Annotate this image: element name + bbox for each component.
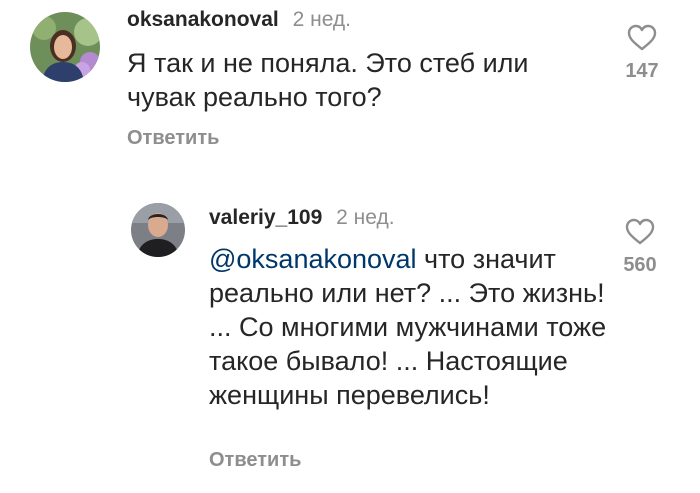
- avatar[interactable]: [131, 203, 185, 257]
- comment-header: oksanakonoval 2 нед.: [127, 8, 351, 32]
- like-count: 560: [623, 254, 657, 276]
- reply-button[interactable]: Ответить: [127, 127, 219, 150]
- like-count: 147: [625, 60, 659, 82]
- like-column: 147: [612, 24, 672, 83]
- timestamp: 2 нед.: [292, 8, 351, 31]
- like-column: 560: [610, 218, 670, 277]
- heart-outline-icon[interactable]: [625, 218, 655, 246]
- timestamp: 2 нед.: [336, 206, 395, 229]
- avatar[interactable]: [30, 12, 100, 82]
- comment-header: valeriy_109 2 нед.: [209, 206, 395, 230]
- username[interactable]: oksanakonoval: [127, 8, 279, 31]
- reply-button[interactable]: Ответить: [209, 449, 301, 472]
- username[interactable]: valeriy_109: [209, 206, 322, 229]
- mention-link[interactable]: @oksanakonoval: [209, 244, 417, 274]
- heart-outline-icon[interactable]: [627, 24, 657, 52]
- comment-text: Я так и не поняла. Это стеб или чувак ре…: [127, 48, 529, 112]
- comment-text: @oksanakonoval что значит реально или не…: [209, 242, 609, 412]
